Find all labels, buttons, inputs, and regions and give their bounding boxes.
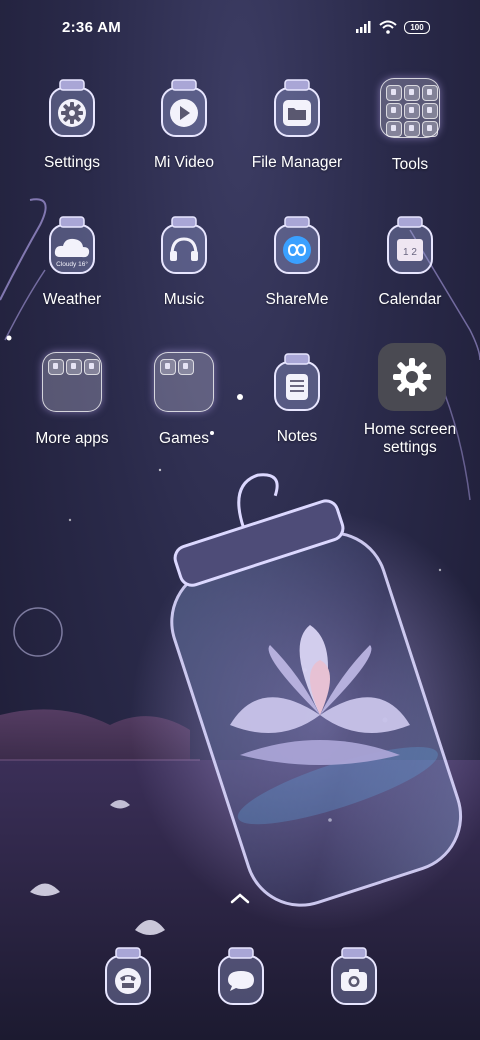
- notes-jar-icon: [265, 350, 329, 414]
- calendar-date: 1 2: [403, 247, 417, 258]
- calendar-jar-icon: 1 2: [378, 213, 442, 277]
- folder-preview: [154, 352, 214, 412]
- folder-preview: [380, 78, 440, 138]
- home-screen-settings-icon: [378, 343, 446, 411]
- folder-more-apps[interactable]: More apps: [12, 350, 132, 448]
- clock: 2:36 AM: [62, 19, 122, 36]
- mi-video-jar-icon: [152, 76, 216, 140]
- app-shareme[interactable]: ShareMe: [237, 213, 357, 309]
- tools-folder-icon: [378, 78, 442, 142]
- battery-indicator: 100: [404, 20, 430, 34]
- signal-icon: [356, 21, 371, 33]
- app-label: ShareMe: [265, 291, 329, 308]
- shareme-jar-icon: [265, 213, 329, 277]
- app-settings[interactable]: Settings: [12, 76, 132, 172]
- more-apps-folder-icon: [40, 352, 104, 416]
- app-label: Tools: [391, 156, 429, 173]
- status-bar: 2:36 AM 100: [0, 0, 480, 56]
- phone-jar-icon: [96, 944, 160, 1008]
- app-label: Mi Video: [153, 154, 215, 171]
- weather-jar-icon: Cloudy 16°: [40, 213, 104, 277]
- gear-icon: [393, 358, 431, 396]
- app-label: Home screen settings: [363, 421, 457, 456]
- chevron-up-icon[interactable]: [228, 891, 252, 905]
- app-calendar[interactable]: 1 2 Calendar: [350, 213, 470, 309]
- weather-badge: Cloudy 16°: [56, 260, 88, 268]
- status-icons: 100: [356, 20, 430, 34]
- games-folder-icon: [152, 352, 216, 416]
- settings-jar-icon: [40, 76, 104, 140]
- dock-messaging[interactable]: [181, 944, 301, 1008]
- file-manager-jar-icon: [265, 76, 329, 140]
- app-mi-video[interactable]: Mi Video: [124, 76, 244, 172]
- messaging-jar-icon: [209, 944, 273, 1008]
- dock-phone[interactable]: [68, 944, 188, 1008]
- app-label: File Manager: [251, 154, 343, 171]
- app-label: Notes: [276, 428, 318, 445]
- folder-preview: [42, 352, 102, 412]
- app-label: Games: [159, 430, 209, 447]
- app-label: More apps: [35, 430, 109, 447]
- app-label: Weather: [42, 291, 102, 308]
- home-screen-settings[interactable]: Home screen settings: [350, 343, 470, 457]
- folder-tools[interactable]: Tools: [350, 76, 470, 174]
- app-weather[interactable]: Cloudy 16° Weather: [12, 213, 132, 309]
- app-label: Settings: [43, 154, 100, 171]
- wifi-icon: [379, 20, 397, 34]
- app-label: Calendar: [378, 291, 442, 308]
- gear-tile: [378, 343, 446, 411]
- app-label: Music: [163, 291, 205, 308]
- dock-camera[interactable]: [294, 944, 414, 1008]
- music-jar-icon: [152, 213, 216, 277]
- folder-games[interactable]: Games: [124, 350, 244, 448]
- app-notes[interactable]: Notes: [237, 350, 357, 446]
- app-file-manager[interactable]: File Manager: [237, 76, 357, 172]
- app-music[interactable]: Music: [124, 213, 244, 309]
- camera-jar-icon: [322, 944, 386, 1008]
